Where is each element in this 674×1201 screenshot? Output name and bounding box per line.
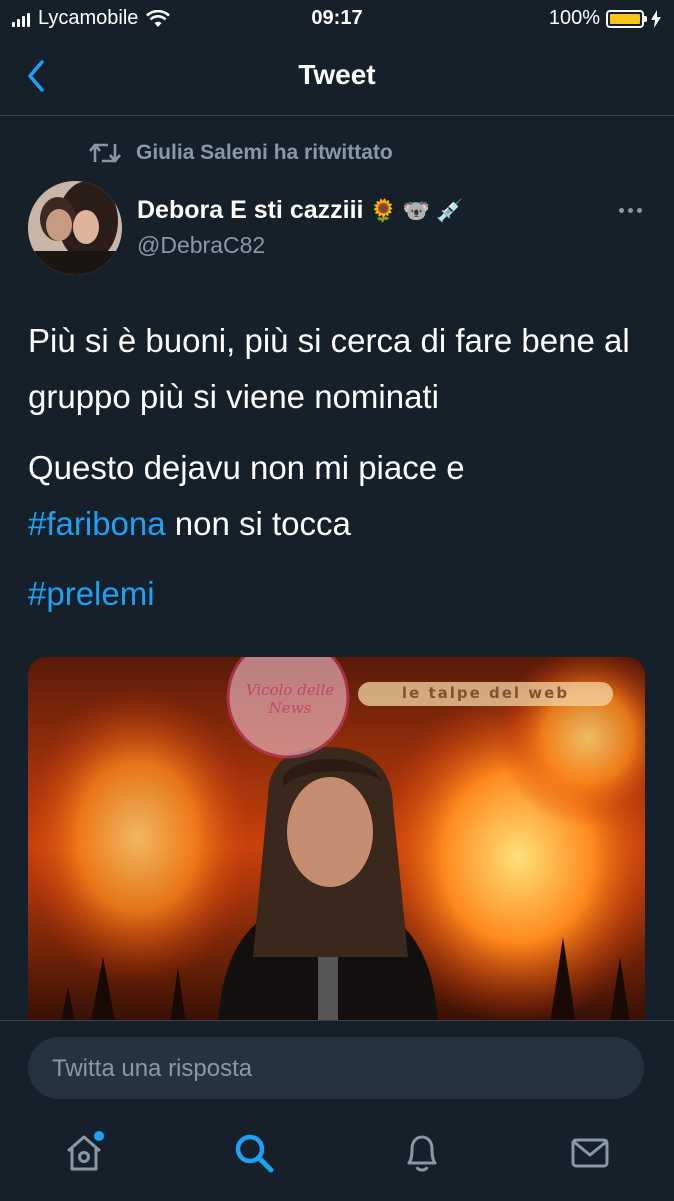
tweet-media-image[interactable]: Vicolo delle News le talpe del web (28, 657, 645, 1037)
battery-percent: 100% (548, 7, 600, 29)
tweet-paragraph-2-text: Questo dejavu non mi piace e (28, 449, 465, 486)
author-name: Debora E sti cazziii (137, 196, 364, 224)
nav-bar: Tweet (0, 38, 674, 116)
battery-icon (606, 9, 647, 28)
avatar-photo (28, 181, 122, 275)
reply-placeholder: Twitta una risposta (52, 1055, 253, 1082)
avatar[interactable] (28, 181, 122, 275)
messages-envelope-icon[interactable] (568, 1131, 612, 1175)
retweet-label: Giulia Salemi ha ritwittato (136, 141, 393, 164)
watermark-label-2: le talpe del web (401, 684, 570, 702)
hashtag-prelemi-link[interactable]: #prelemi (28, 575, 155, 612)
syringe-icon: 💉 (436, 197, 464, 223)
retweet-indicator[interactable]: Giulia Salemi ha ritwittato (88, 140, 393, 166)
battery-area: 100% (549, 7, 662, 30)
charging-icon (651, 9, 661, 28)
home-icon[interactable] (62, 1131, 106, 1175)
reply-input[interactable]: Twitta una risposta (28, 1037, 644, 1099)
more-options-icon[interactable] (612, 198, 648, 222)
tweet-paragraph-2: Questo dejavu non mi piace e #faribona n… (28, 440, 648, 552)
notifications-bell-icon[interactable] (400, 1131, 444, 1175)
page-title: Tweet (298, 59, 376, 90)
author-handle[interactable]: @DebraC82 (137, 232, 265, 259)
status-bar: Lycamobile 09:17 100% (0, 0, 674, 38)
sunflower-icon: 🌻 (369, 197, 397, 223)
hashtag-faribona-link[interactable]: #faribona (28, 505, 166, 542)
koala-icon: 🐨 (402, 197, 431, 223)
bottom-bar: Twitta una risposta (0, 1020, 674, 1201)
tweet-paragraph-2-suffix: non si tocca (165, 505, 351, 542)
search-icon[interactable] (232, 1131, 276, 1175)
tweet-paragraph-1: Più si è buoni, più si cerca di fare ben… (28, 322, 630, 415)
watermark-label-1: Vicolo delle News (245, 681, 335, 717)
tweet-paragraph-3: #prelemi (28, 566, 648, 622)
retweet-icon (89, 143, 121, 163)
author-name-row[interactable]: Debora E sti cazziii 🌻 🐨 💉 (137, 196, 464, 225)
